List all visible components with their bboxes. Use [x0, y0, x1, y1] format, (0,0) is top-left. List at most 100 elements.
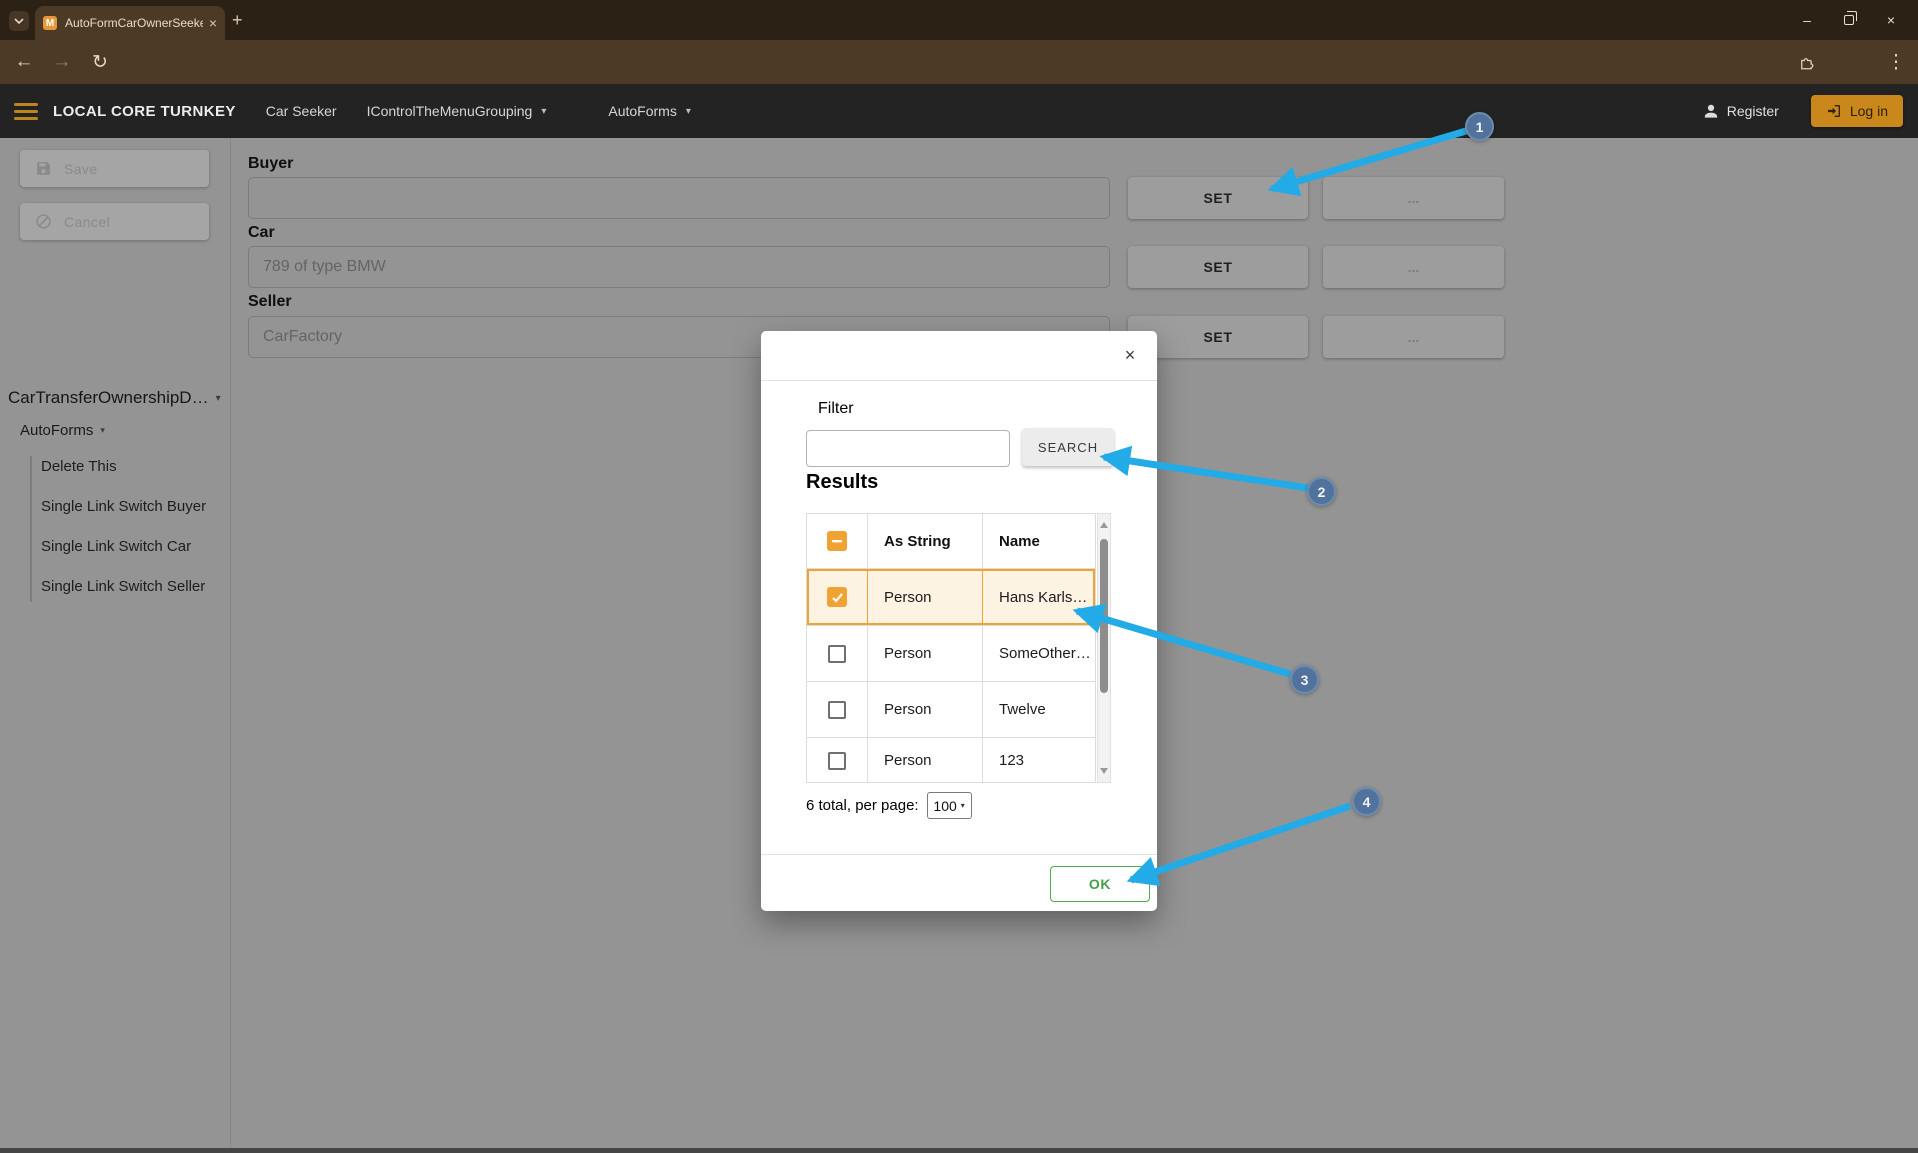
dialog-header-divider: [761, 380, 1157, 381]
search-button[interactable]: SEARCH: [1022, 428, 1114, 466]
column-header-as-string[interactable]: As String: [868, 514, 983, 568]
scroll-down-icon[interactable]: [1100, 768, 1108, 774]
save-icon: [35, 160, 52, 177]
sidebar-item-single-link-switch-seller[interactable]: Single Link Switch Seller: [41, 578, 205, 595]
browser-toolbar: ← → ↻ localhost:8182/App#/AutoFormCarTra…: [0, 40, 1918, 84]
seller-label: Seller: [248, 293, 292, 311]
buyer-set-button[interactable]: SET: [1128, 177, 1308, 219]
ok-button[interactable]: OK: [1050, 866, 1150, 902]
cancel-icon: [35, 213, 52, 230]
browser-tab[interactable]: M AutoFormCarOwnerSeeker ×: [35, 6, 225, 40]
total-text: 6 total, per page:: [806, 797, 919, 814]
annotation-badge-4: 4: [1352, 787, 1381, 816]
scroll-up-icon[interactable]: [1100, 522, 1108, 528]
window-controls: – ×: [1786, 0, 1912, 40]
bottom-edge: [0, 1148, 1918, 1153]
sidebar-item-single-link-switch-car[interactable]: Single Link Switch Car: [41, 538, 191, 555]
cell-name: SomeOther…: [983, 626, 1095, 681]
car-more-button[interactable]: ...: [1323, 246, 1504, 288]
table-row[interactable]: Person Twelve: [807, 682, 1095, 738]
chevron-down-icon: [14, 18, 24, 24]
table-row[interactable]: Person 123: [807, 738, 1095, 783]
window-minimize-button[interactable]: –: [1786, 12, 1828, 28]
chevron-down-icon: ▾: [216, 393, 221, 404]
row-checkbox-checked[interactable]: [827, 587, 847, 607]
seller-more-button[interactable]: ...: [1323, 316, 1504, 358]
browser-tab-strip: M AutoFormCarOwnerSeeker × + – ×: [0, 0, 1918, 40]
cell-as-string: Person: [868, 626, 983, 681]
tab-title: AutoFormCarOwnerSeeker: [65, 16, 203, 30]
favicon: M: [43, 16, 57, 30]
car-set-button[interactable]: SET: [1128, 246, 1308, 288]
select-all-checkbox[interactable]: [827, 531, 847, 551]
login-icon: [1826, 103, 1842, 119]
person-icon: [1702, 102, 1720, 120]
filter-input[interactable]: [806, 430, 1010, 467]
nav-item-icontrolthemenugrouping[interactable]: IControlTheMenuGrouping▾: [367, 103, 547, 119]
table-scrollbar[interactable]: [1097, 513, 1111, 783]
save-button[interactable]: Save: [20, 150, 209, 187]
register-button[interactable]: Register: [1702, 102, 1779, 120]
buyer-more-button[interactable]: ...: [1323, 177, 1504, 219]
table-row[interactable]: Person Hans Karls…: [807, 569, 1095, 626]
dialog-close-icon[interactable]: ×: [1119, 344, 1141, 366]
nav-item-autoforms[interactable]: AutoForms▾: [608, 103, 691, 119]
cell-as-string: Person: [868, 682, 983, 737]
nav-item-car-seeker[interactable]: Car Seeker: [266, 103, 337, 119]
picker-dialog: × Filter SEARCH Results As String Name P…: [761, 331, 1157, 911]
cell-name: 123: [983, 738, 1095, 783]
results-table: As String Name Person Hans Karls… Person…: [806, 513, 1096, 783]
brand-title: LOCAL CORE TURNKEY: [53, 103, 236, 120]
car-input[interactable]: [248, 246, 1110, 288]
sidebar-divider: [230, 138, 231, 1148]
window-restore-button[interactable]: [1828, 12, 1870, 28]
restore-icon: [1844, 15, 1854, 25]
forward-button[interactable]: →: [50, 40, 74, 84]
tab-close-icon[interactable]: ×: [209, 15, 217, 31]
window-close-button[interactable]: ×: [1870, 12, 1912, 28]
chevron-down-icon: ▾: [100, 425, 105, 436]
pagination-bar: 6 total, per page: 100 ▾: [806, 792, 972, 819]
browser-menu-icon[interactable]: ⋮: [1884, 40, 1908, 84]
sidebar-item-single-link-switch-buyer[interactable]: Single Link Switch Buyer: [41, 498, 206, 515]
hamburger-menu-icon[interactable]: [14, 103, 38, 120]
table-row[interactable]: Person SomeOther…: [807, 626, 1095, 682]
row-checkbox[interactable]: [828, 701, 846, 719]
chevron-down-icon: ▾: [541, 106, 546, 117]
annotation-badge-3: 3: [1290, 665, 1319, 694]
app-navbar: LOCAL CORE TURNKEY Car Seeker IControlTh…: [0, 84, 1918, 138]
cell-name: Hans Karls…: [983, 569, 1095, 625]
buyer-input[interactable]: [248, 177, 1110, 219]
new-tab-button[interactable]: +: [232, 7, 243, 33]
chevron-down-icon: ▾: [961, 801, 965, 810]
annotation-badge-2: 2: [1307, 477, 1336, 506]
extensions-icon[interactable]: [1795, 40, 1819, 84]
table-header-row: As String Name: [807, 514, 1095, 569]
sidebar-link-rail: [30, 456, 32, 602]
check-icon: [831, 591, 844, 604]
login-button[interactable]: Log in: [1811, 95, 1903, 127]
column-header-name[interactable]: Name: [983, 514, 1095, 568]
buyer-label: Buyer: [248, 155, 293, 173]
indeterminate-icon: [831, 535, 843, 547]
cell-as-string: Person: [868, 569, 983, 625]
per-page-select[interactable]: 100 ▾: [927, 792, 972, 819]
filter-label: Filter: [818, 400, 854, 418]
chevron-down-icon: ▾: [686, 106, 691, 117]
scrollbar-thumb[interactable]: [1100, 539, 1108, 693]
document-title[interactable]: CarTransferOwnershipD…▾: [8, 388, 221, 408]
row-checkbox[interactable]: [828, 752, 846, 770]
row-checkbox[interactable]: [828, 645, 846, 663]
back-button[interactable]: ←: [12, 40, 36, 84]
dialog-footer-divider: [761, 854, 1157, 855]
tab-search-button[interactable]: [9, 11, 29, 31]
sidebar-group-autoforms[interactable]: AutoForms▾: [20, 422, 105, 439]
cancel-button[interactable]: Cancel: [20, 203, 209, 240]
results-heading: Results: [806, 471, 878, 494]
screen: M AutoFormCarOwnerSeeker × + – × ← → ↻ l…: [0, 0, 1918, 1153]
sidebar-item-delete-this[interactable]: Delete This: [41, 458, 117, 475]
annotation-badge-1: 1: [1465, 112, 1494, 141]
cell-as-string: Person: [868, 738, 983, 783]
reload-button[interactable]: ↻: [88, 40, 112, 84]
car-label: Car: [248, 224, 275, 242]
